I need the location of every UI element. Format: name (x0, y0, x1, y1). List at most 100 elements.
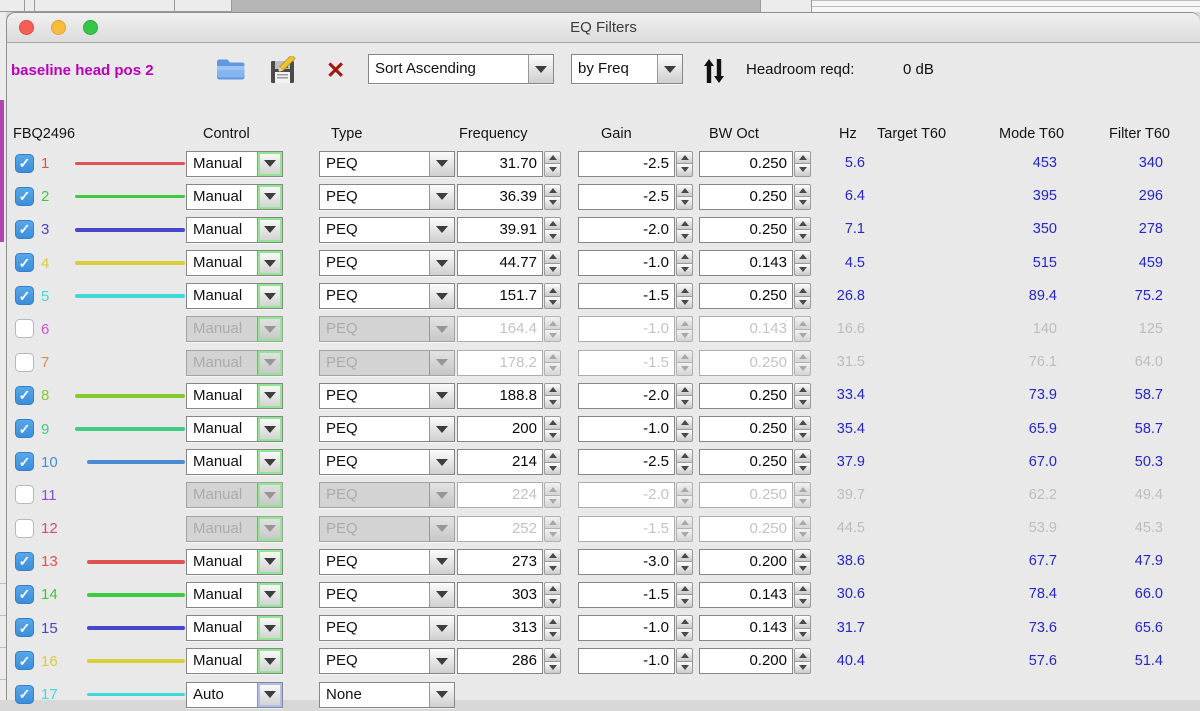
spin-down-button[interactable] (676, 229, 693, 243)
spin-up-button[interactable] (676, 482, 693, 495)
spin-up-button[interactable] (544, 615, 561, 628)
spin-down-button[interactable] (544, 263, 561, 277)
frequency-spinner[interactable]: 214 (457, 449, 561, 475)
frequency-spinner[interactable]: 200 (457, 416, 561, 442)
spin-up-button[interactable] (676, 383, 693, 396)
gain-spinner[interactable]: -2.0 (578, 383, 693, 409)
spin-up-button[interactable] (676, 217, 693, 230)
chevron-down-icon[interactable] (429, 417, 454, 441)
spin-up-button[interactable] (676, 250, 693, 263)
spin-up-button[interactable] (544, 516, 561, 529)
chevron-down-icon[interactable] (429, 583, 454, 607)
control-dropdown[interactable]: Manual (186, 350, 283, 376)
spin-down-button[interactable] (676, 495, 693, 509)
chevron-down-icon[interactable] (257, 649, 282, 673)
control-dropdown[interactable]: Manual (186, 482, 283, 508)
gain-spinner[interactable]: -2.0 (578, 482, 693, 508)
chevron-down-icon[interactable] (257, 152, 282, 176)
type-dropdown[interactable]: PEQ (319, 283, 455, 309)
chevron-down-icon[interactable] (429, 251, 454, 275)
spin-down-button[interactable] (676, 628, 693, 642)
spin-down-button[interactable] (676, 395, 693, 409)
chevron-down-icon[interactable] (657, 55, 682, 83)
filter-enabled-checkbox[interactable]: ✓ (15, 353, 34, 372)
delete-icon[interactable]: ✕ (326, 56, 345, 84)
spin-down-button[interactable] (676, 163, 693, 177)
sort-order-dropdown[interactable]: Sort Ascending (368, 54, 554, 84)
spin-down-button[interactable] (544, 362, 561, 376)
filter-enabled-checkbox[interactable]: ✓ (15, 585, 34, 604)
control-dropdown[interactable]: Manual (186, 449, 283, 475)
chevron-down-icon[interactable] (429, 450, 454, 474)
control-dropdown[interactable]: Manual (186, 283, 283, 309)
chevron-down-icon[interactable] (429, 284, 454, 308)
spin-up-button[interactable] (676, 516, 693, 529)
spin-up-button[interactable] (676, 350, 693, 363)
type-dropdown[interactable]: PEQ (319, 449, 455, 475)
chevron-down-icon[interactable] (257, 683, 282, 707)
chevron-down-icon[interactable] (257, 284, 282, 308)
filter-enabled-checkbox[interactable]: ✓ (15, 220, 34, 239)
type-dropdown[interactable]: PEQ (319, 582, 455, 608)
gain-spinner[interactable]: -2.5 (578, 184, 693, 210)
spin-up-button[interactable] (676, 316, 693, 329)
control-dropdown[interactable]: Auto (186, 682, 283, 708)
spin-down-button[interactable] (544, 395, 561, 409)
gain-spinner[interactable]: -1.5 (578, 283, 693, 309)
type-dropdown[interactable]: PEQ (319, 217, 455, 243)
spin-up-button[interactable] (676, 283, 693, 296)
close-button[interactable] (19, 20, 34, 35)
spin-down-button[interactable] (676, 661, 693, 675)
type-dropdown[interactable]: PEQ (319, 549, 455, 575)
spin-down-button[interactable] (676, 429, 693, 443)
spin-up-button[interactable] (544, 383, 561, 396)
filter-enabled-checkbox[interactable]: ✓ (15, 552, 34, 571)
gain-spinner[interactable]: -1.0 (578, 416, 693, 442)
filter-enabled-checkbox[interactable]: ✓ (15, 187, 34, 206)
type-dropdown[interactable]: PEQ (319, 482, 455, 508)
spin-down-button[interactable] (544, 296, 561, 310)
frequency-spinner[interactable]: 151.7 (457, 283, 561, 309)
chevron-down-icon[interactable] (429, 649, 454, 673)
spin-up-button[interactable] (544, 217, 561, 230)
spin-up-button[interactable] (544, 449, 561, 462)
type-dropdown[interactable]: PEQ (319, 350, 455, 376)
spin-up-button[interactable] (544, 648, 561, 661)
gain-spinner[interactable]: -1.0 (578, 250, 693, 276)
spin-up-button[interactable] (544, 250, 561, 263)
control-dropdown[interactable]: Manual (186, 582, 283, 608)
frequency-spinner[interactable]: 313 (457, 615, 561, 641)
filter-enabled-checkbox[interactable]: ✓ (15, 452, 34, 471)
spin-down-button[interactable] (544, 561, 561, 575)
spin-down-button[interactable] (676, 561, 693, 575)
chevron-down-icon[interactable] (257, 251, 282, 275)
frequency-spinner[interactable]: 36.39 (457, 184, 561, 210)
spin-down-button[interactable] (676, 462, 693, 476)
chevron-down-icon[interactable] (257, 417, 282, 441)
control-dropdown[interactable]: Manual (186, 516, 283, 542)
spin-down-button[interactable] (544, 462, 561, 476)
type-dropdown[interactable]: PEQ (319, 416, 455, 442)
filter-enabled-checkbox[interactable]: ✓ (15, 386, 34, 405)
control-dropdown[interactable]: Manual (186, 648, 283, 674)
spin-up-button[interactable] (544, 482, 561, 495)
spin-down-button[interactable] (544, 429, 561, 443)
control-dropdown[interactable]: Manual (186, 184, 283, 210)
spin-up-button[interactable] (676, 549, 693, 562)
gain-spinner[interactable]: -2.5 (578, 449, 693, 475)
filter-enabled-checkbox[interactable]: ✓ (15, 419, 34, 438)
type-dropdown[interactable]: PEQ (319, 516, 455, 542)
spin-down-button[interactable] (544, 329, 561, 343)
spin-up-button[interactable] (676, 582, 693, 595)
chevron-down-icon[interactable] (257, 218, 282, 242)
save-icon[interactable] (268, 56, 299, 90)
type-dropdown[interactable]: PEQ (319, 648, 455, 674)
gain-spinner[interactable]: -1.0 (578, 648, 693, 674)
chevron-down-icon[interactable] (528, 55, 553, 83)
spin-down-button[interactable] (676, 362, 693, 376)
filter-enabled-checkbox[interactable]: ✓ (15, 651, 34, 670)
spin-down-button[interactable] (544, 163, 561, 177)
filter-enabled-checkbox[interactable]: ✓ (15, 286, 34, 305)
filter-enabled-checkbox[interactable]: ✓ (15, 154, 34, 173)
gain-spinner[interactable]: -3.0 (578, 549, 693, 575)
